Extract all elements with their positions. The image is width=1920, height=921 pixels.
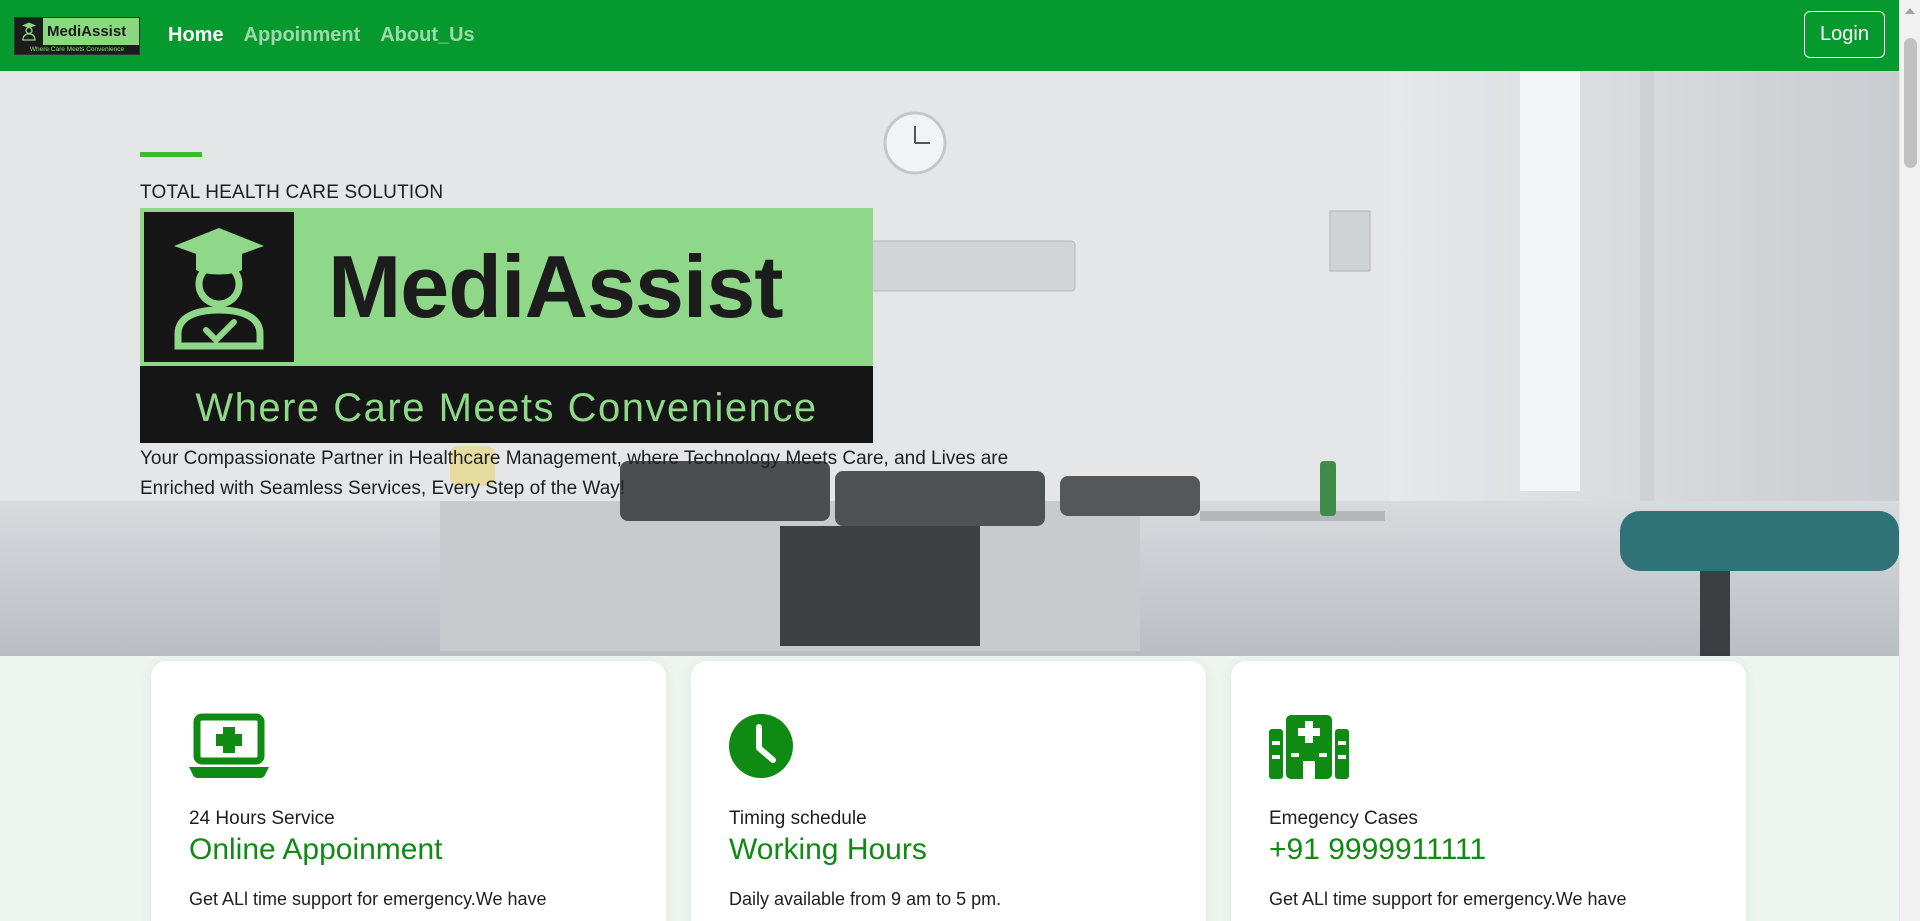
feature-card-emergency-cases: Emegency Cases +91 9999911111 Get ALl ti… [1231, 661, 1746, 921]
hero-kicker: TOTAL HEALTH CARE SOLUTION [140, 182, 444, 203]
top-navbar: MediAssist Where Care Meets Convenience … [0, 0, 1899, 71]
feature-card-working-hours: Timing schedule Working Hours Daily avai… [691, 661, 1206, 921]
scroll-thumb[interactable] [1904, 38, 1917, 168]
hero-logo-tagline: Where Care Meets Convenience [195, 386, 818, 430]
nav-about-us-link[interactable]: About_Us [370, 24, 484, 47]
login-button[interactable]: Login [1804, 11, 1885, 58]
hero-description: Your Compassionate Partner in Healthcare… [140, 448, 1009, 499]
hero-accent-bar [140, 152, 202, 157]
card-label: Timing schedule [729, 808, 867, 829]
nav-appoinment-link[interactable]: Appoinment [234, 24, 371, 47]
card-text: Get ALl time support for emergency.We ha… [189, 889, 547, 909]
card-text: Get ALl time support for emergency.We ha… [1269, 889, 1627, 909]
card-label: 24 Hours Service [189, 808, 335, 829]
brand-name: MediAssist [47, 22, 127, 40]
doctor-graduate-icon [144, 212, 294, 362]
hero-logo-banner: MediAssist Where Care Meets Convenience [140, 208, 873, 443]
card-title: +91 9999911111 [1269, 833, 1487, 866]
nav-links: Home Appoinment About_Us [158, 24, 485, 47]
brand-logo[interactable]: MediAssist Where Care Meets Convenience [14, 16, 140, 55]
feature-cards: 24 Hours Service Online Appoinment Get A… [151, 661, 1746, 921]
card-text: Daily available from 9 am to 5 pm. [729, 889, 1002, 909]
hospital-icon [1269, 715, 1349, 779]
doctor-icon [15, 17, 43, 45]
card-title: Working Hours [729, 833, 927, 866]
feature-card-online-appoinment: 24 Hours Service Online Appoinment Get A… [151, 661, 666, 921]
laptop-medical-icon [189, 713, 269, 778]
hero-section: TOTAL HEALTH CARE SOLUTION MediAssist Wh… [0, 71, 1899, 656]
page-scrollbar[interactable] [1899, 0, 1920, 921]
nav-home-link[interactable]: Home [158, 24, 234, 47]
brand-tagline: Where Care Meets Convenience [29, 45, 125, 53]
hero-logo-wordmark: MediAssist [328, 237, 784, 336]
card-title: Online Appoinment [189, 833, 443, 866]
card-label: Emegency Cases [1269, 808, 1418, 829]
clock-icon [729, 714, 793, 778]
scroll-up-arrow-icon[interactable] [1905, 8, 1915, 14]
